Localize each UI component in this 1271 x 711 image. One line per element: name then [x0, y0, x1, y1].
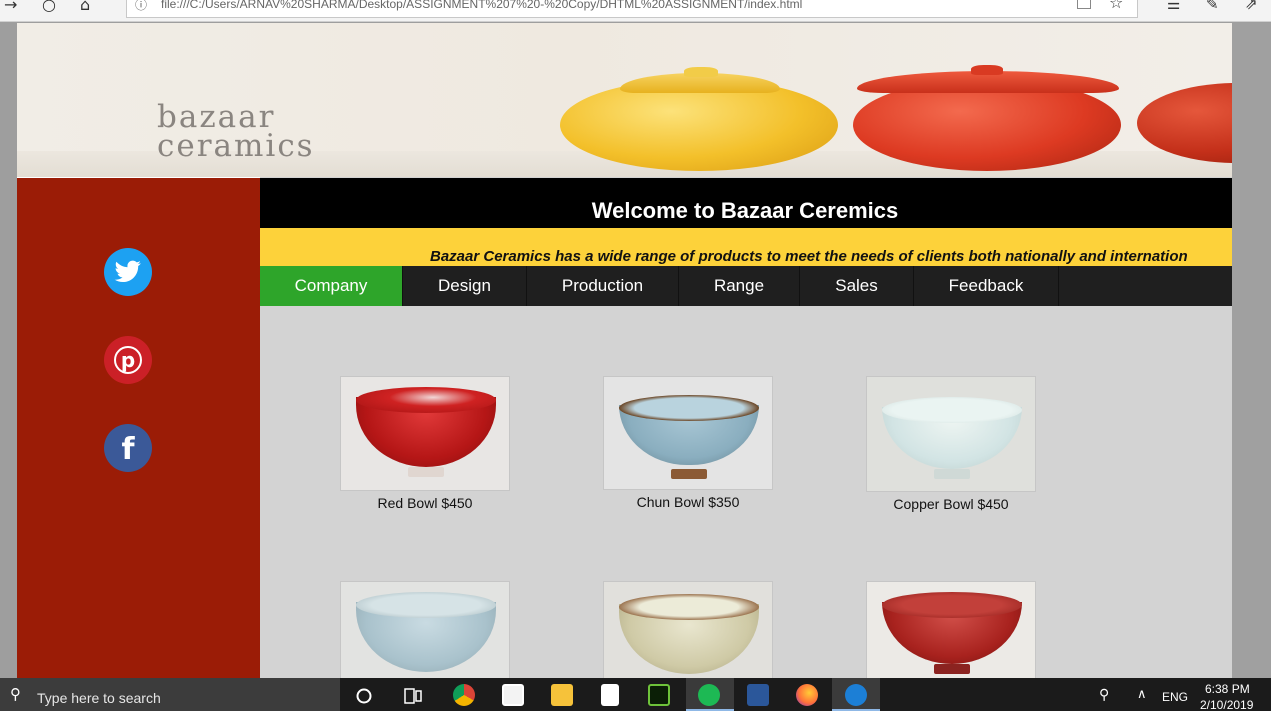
cortana-icon[interactable]	[356, 688, 372, 704]
banner: bazaar ceramics	[17, 23, 1232, 177]
people-icon[interactable]: ⚲	[1099, 687, 1109, 703]
dreamweaver-icon[interactable]	[648, 684, 670, 706]
product-card[interactable]: Copper Bowl $450	[866, 376, 1036, 512]
home-icon[interactable]: ⌂	[80, 0, 90, 14]
social-sidebar: p f	[17, 177, 260, 678]
bowl-image[interactable]	[866, 581, 1036, 678]
browser-toolbar: → ○ ⌂ ⓘ file:///C:/Users/ARNAV%20SHARMA/…	[0, 0, 1271, 22]
bowl-image[interactable]	[603, 581, 773, 678]
favorites-list-icon[interactable]: ☰	[1167, 0, 1180, 13]
chrome-icon[interactable]	[453, 684, 475, 706]
nav-sales[interactable]: Sales	[800, 266, 914, 306]
word-icon[interactable]	[747, 684, 769, 706]
product-caption: Copper Bowl $450	[893, 496, 1009, 512]
search-input[interactable]: Type here to search	[37, 690, 161, 706]
chevron-up-icon[interactable]: ∧	[1137, 687, 1147, 702]
facebook-f-glyph: f	[121, 433, 135, 463]
search-icon: ⚲	[10, 685, 21, 703]
product-card[interactable]: Chun Bowl $350	[603, 376, 773, 510]
nav-production[interactable]: Production	[527, 266, 679, 306]
clock-time[interactable]: 6:38 PM	[1205, 682, 1250, 696]
nav-design[interactable]: Design	[403, 266, 527, 306]
taskbar-search[interactable]: ⚲ Type here to search	[0, 678, 340, 711]
pinterest-p-glyph: p	[114, 346, 142, 374]
clock-date[interactable]: 2/10/2019	[1200, 698, 1253, 711]
twitter-bird-glyph	[114, 260, 141, 283]
address-bar[interactable]: ⓘ file:///C:/Users/ARNAV%20SHARMA/Deskto…	[126, 0, 1138, 18]
svg-text:f: f	[121, 433, 135, 463]
svg-text:p: p	[121, 348, 135, 372]
red-pot-image	[853, 65, 1123, 177]
share-icon[interactable]: ⇗	[1245, 0, 1258, 13]
nav-range[interactable]: Range	[679, 266, 800, 306]
product-card[interactable]	[866, 581, 1036, 678]
firefox-icon[interactable]	[796, 684, 818, 706]
copper-bowl-image[interactable]	[866, 376, 1036, 492]
bowl-image[interactable]	[340, 581, 510, 678]
page-side-gutter	[1232, 23, 1271, 678]
product-card[interactable]	[340, 581, 510, 678]
welcome-header: Welcome to Bazaar Ceremics	[260, 178, 1232, 228]
address-url[interactable]: file:///C:/Users/ARNAV%20SHARMA/Desktop/…	[161, 0, 802, 11]
marquee-bar: Bazaar Ceramics has a wide range of prod…	[260, 228, 1232, 266]
red-bowl-image[interactable]	[340, 376, 510, 491]
twitter-icon[interactable]	[104, 248, 152, 296]
store-icon[interactable]	[502, 684, 524, 706]
pen-icon[interactable]: ✎	[1206, 0, 1219, 13]
spotify-icon[interactable]	[698, 684, 720, 706]
product-card[interactable]	[603, 581, 773, 678]
task-view-icon[interactable]	[404, 688, 422, 704]
reading-view-icon[interactable]	[1077, 0, 1091, 9]
language-indicator[interactable]: ENG	[1162, 690, 1188, 704]
chun-bowl-image[interactable]	[603, 376, 773, 490]
web-page: bazaar ceramics p f Welcome to Bazaar Ce…	[17, 23, 1232, 678]
nav-company[interactable]: Company	[260, 266, 403, 306]
taskbar: ⚲ Type here to search ⚲ ∧ ENG 6:38 PM 2/…	[0, 678, 1271, 711]
edge-icon[interactable]	[845, 684, 867, 706]
file-explorer-icon[interactable]	[551, 684, 573, 706]
facebook-icon[interactable]: f	[104, 424, 152, 472]
nav-feedback[interactable]: Feedback	[914, 266, 1059, 306]
pinterest-icon[interactable]: p	[104, 336, 152, 384]
red-pot-partial-image	[1137, 77, 1232, 177]
product-caption: Chun Bowl $350	[636, 494, 740, 510]
main-nav: Company Design Production Range Sales Fe…	[260, 266, 1232, 306]
refresh-icon[interactable]: ○	[42, 0, 56, 14]
yellow-pot-image	[560, 67, 840, 177]
back-icon[interactable]: →	[4, 0, 17, 14]
brand-line-2: ceramics	[157, 128, 315, 164]
favorite-star-icon[interactable]: ☆	[1109, 0, 1123, 12]
document-icon[interactable]	[601, 684, 619, 706]
product-gallery: Red Bowl $450 Chun Bowl $350 Copper Bowl…	[260, 306, 1232, 678]
marquee-text: Bazaar Ceramics has a wide range of prod…	[430, 248, 1188, 265]
product-card[interactable]: Red Bowl $450	[340, 376, 510, 511]
product-caption: Red Bowl $450	[377, 495, 473, 511]
page-title: Welcome to Bazaar Ceremics	[591, 198, 899, 223]
info-icon[interactable]: ⓘ	[135, 0, 147, 13]
